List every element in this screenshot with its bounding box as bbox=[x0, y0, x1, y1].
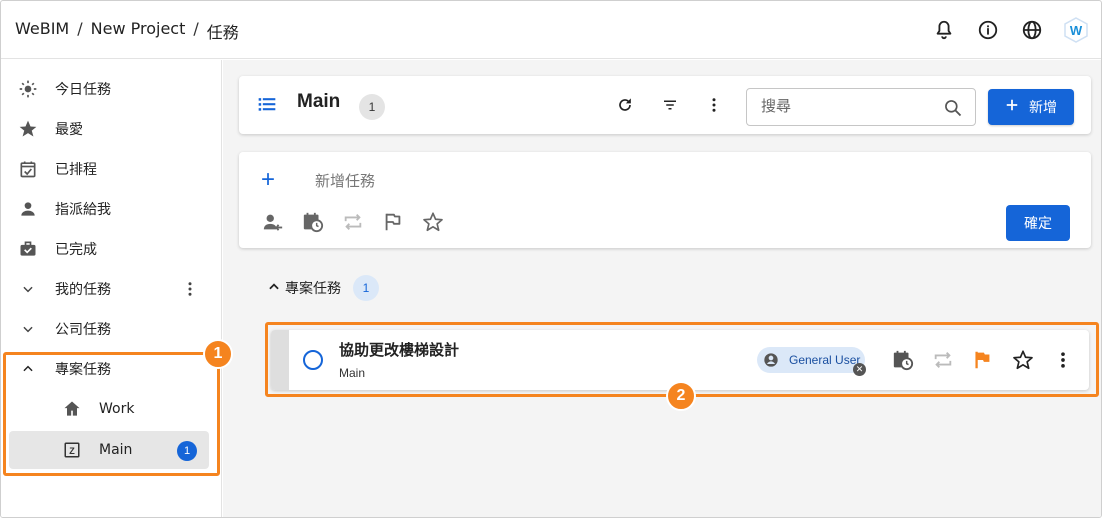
search-input[interactable] bbox=[761, 97, 931, 115]
repeat-icon[interactable] bbox=[341, 210, 365, 234]
sidebar-item-label: 專案任務 bbox=[55, 362, 111, 378]
page-title: Main bbox=[297, 91, 341, 112]
sidebar-item-company-tasks[interactable]: 公司任務 bbox=[9, 310, 209, 348]
callout-number-1: 1 bbox=[203, 339, 233, 369]
sidebar-item-today[interactable]: 今日任務 bbox=[9, 70, 209, 108]
schedule-icon[interactable] bbox=[301, 210, 325, 234]
calendar-check-icon bbox=[13, 159, 43, 179]
globe-icon[interactable] bbox=[1017, 15, 1047, 45]
sidebar-item-completed[interactable]: 已完成 bbox=[9, 230, 209, 268]
schedule-icon[interactable] bbox=[891, 348, 915, 372]
plus-icon bbox=[1005, 98, 1019, 116]
sidebar-item-scheduled[interactable]: 已排程 bbox=[9, 150, 209, 188]
more-vert-icon[interactable] bbox=[181, 280, 199, 302]
callout-number-2: 2 bbox=[666, 381, 696, 411]
sidebar-item-label: 今日任務 bbox=[55, 82, 111, 98]
chevron-up-icon bbox=[13, 362, 43, 376]
chevron-up-icon[interactable] bbox=[267, 279, 281, 298]
group-label: 專案任務 bbox=[285, 281, 341, 297]
sidebar-item-label: 最愛 bbox=[55, 122, 83, 138]
breadcrumb-tasks: 任務 bbox=[206, 23, 239, 42]
remove-assignee-icon[interactable]: ✕ bbox=[853, 363, 866, 376]
assignee-name: General User bbox=[789, 353, 861, 367]
sidebar-item-assigned[interactable]: 指派給我 bbox=[9, 190, 209, 228]
svg-text:Z: Z bbox=[69, 446, 75, 456]
briefcase-check-icon bbox=[13, 239, 43, 259]
sidebar-item-main[interactable]: Z Main 1 bbox=[9, 431, 209, 469]
task-count-badge: 1 bbox=[359, 94, 385, 120]
account-circle-icon bbox=[763, 352, 779, 368]
drag-handle[interactable] bbox=[271, 330, 289, 390]
z-box-icon: Z bbox=[57, 441, 87, 459]
person-icon bbox=[13, 199, 43, 219]
flag-icon[interactable] bbox=[381, 210, 405, 234]
sidebar-item-label: 已完成 bbox=[55, 242, 97, 258]
top-icons: W bbox=[929, 15, 1091, 45]
sidebar-item-label: 指派給我 bbox=[55, 202, 111, 218]
new-task-panel: + 新增任務 確定 bbox=[239, 152, 1091, 248]
star-icon[interactable] bbox=[421, 210, 445, 234]
sidebar-item-work[interactable]: Work bbox=[9, 390, 209, 428]
add-button-label: 新增 bbox=[1029, 100, 1057, 116]
task-name[interactable]: 協助更改樓梯設計 bbox=[339, 339, 459, 360]
new-task-input[interactable]: 新增任務 bbox=[315, 170, 375, 191]
breadcrumb-separator: / bbox=[193, 19, 199, 38]
list-header: Main 1 新增 bbox=[239, 76, 1091, 134]
sun-icon bbox=[13, 79, 43, 99]
sidebar: 今日任務 最愛 已排程 指派給我 已完成 我的任務 公司任務 專案任務 Work… bbox=[1, 60, 222, 517]
repeat-icon[interactable] bbox=[931, 348, 955, 372]
sidebar-item-label: Main bbox=[99, 442, 133, 458]
sidebar-item-my-tasks[interactable]: 我的任務 bbox=[9, 270, 209, 308]
flag-icon[interactable] bbox=[971, 348, 995, 372]
search-icon[interactable] bbox=[943, 98, 963, 122]
sidebar-item-project-tasks[interactable]: 專案任務 bbox=[9, 350, 209, 388]
search-field[interactable] bbox=[746, 88, 976, 126]
assign-user-icon[interactable] bbox=[261, 210, 285, 234]
home-icon bbox=[57, 399, 87, 419]
add-task-button[interactable]: 新增 bbox=[988, 89, 1074, 125]
chevron-down-icon bbox=[13, 322, 43, 336]
star-icon bbox=[13, 119, 43, 139]
main-content: Main 1 新增 bbox=[223, 60, 1101, 517]
breadcrumb-webim[interactable]: WeBIM bbox=[15, 19, 69, 43]
sidebar-item-favorites[interactable]: 最愛 bbox=[9, 110, 209, 148]
more-vert-icon[interactable] bbox=[702, 93, 726, 117]
sidebar-item-label: Work bbox=[99, 401, 135, 417]
bell-icon[interactable] bbox=[929, 15, 959, 45]
refresh-icon[interactable] bbox=[613, 93, 637, 117]
list-icon bbox=[257, 94, 277, 118]
breadcrumb-separator: / bbox=[77, 19, 83, 38]
sidebar-item-label: 公司任務 bbox=[55, 322, 111, 338]
sidebar-item-label: 我的任務 bbox=[55, 282, 111, 298]
chevron-down-icon bbox=[13, 282, 43, 296]
task-count-badge: 1 bbox=[177, 441, 197, 461]
app-window: WeBIM / New Project / 任務 W 今日任務 最愛 已排程 指… bbox=[0, 0, 1102, 518]
webim-logo[interactable]: W bbox=[1061, 15, 1091, 45]
complete-checkbox[interactable] bbox=[303, 350, 323, 370]
group-count-badge: 1 bbox=[353, 275, 379, 301]
svg-text:W: W bbox=[1070, 23, 1083, 38]
top-bar: WeBIM / New Project / 任務 W bbox=[1, 1, 1101, 59]
more-vert-icon[interactable] bbox=[1051, 348, 1075, 372]
sidebar-item-label: 已排程 bbox=[55, 162, 97, 178]
confirm-button[interactable]: 確定 bbox=[1006, 205, 1070, 241]
info-icon[interactable] bbox=[973, 15, 1003, 45]
breadcrumb-project[interactable]: New Project bbox=[91, 19, 186, 43]
plus-icon: + bbox=[261, 166, 276, 193]
task-project: Main bbox=[339, 366, 366, 380]
group-header-project-tasks[interactable]: 專案任務 1 bbox=[267, 275, 379, 301]
star-icon[interactable] bbox=[1011, 348, 1035, 372]
filter-icon[interactable] bbox=[658, 93, 682, 117]
assignee-chip[interactable]: General User bbox=[757, 347, 865, 373]
breadcrumb: WeBIM / New Project / 任務 bbox=[15, 19, 239, 43]
